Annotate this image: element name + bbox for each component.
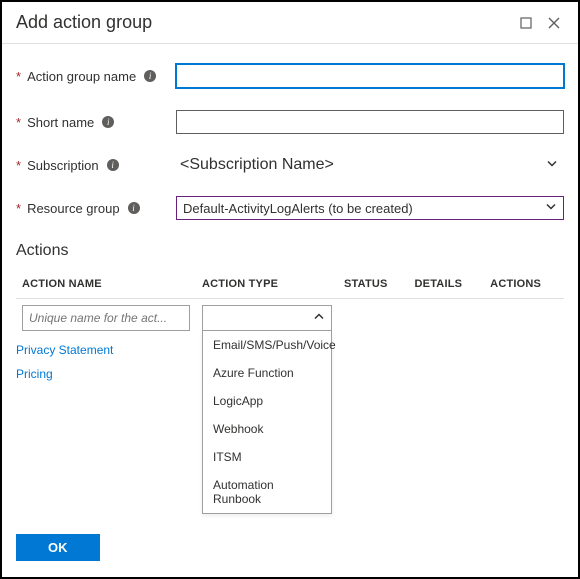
option-azure-function[interactable]: Azure Function [203,359,331,387]
option-itsm[interactable]: ITSM [203,443,331,471]
label-resource-group: * Resource group i [16,201,176,216]
field-short-name: * Short name i [16,110,564,134]
col-actions: ACTIONS [484,270,564,299]
select-value: <Subscription Name> [176,156,564,174]
info-icon[interactable]: i [128,202,140,214]
maximize-button[interactable] [516,13,536,33]
option-email-sms-push-voice[interactable]: Email/SMS/Push/Voice [203,331,331,359]
input-action-group-name[interactable] [176,64,564,88]
col-details: DETAILS [409,270,485,299]
chevron-down-icon [545,201,557,216]
table-row: Email/SMS/Push/Voice Azure Function Logi… [16,299,564,338]
maximize-icon [520,17,532,29]
field-subscription: * Subscription i <Subscription Name> [16,156,564,174]
required-marker: * [16,69,21,84]
option-automation-runbook[interactable]: Automation Runbook [203,471,331,513]
select-value: Default-ActivityLogAlerts (to be created… [183,201,413,216]
field-action-group-name: * Action group name i [16,64,564,88]
dialog-footer: OK [2,522,578,577]
dialog-content: * Action group name i * Short name i * S… [2,44,578,522]
label-text: Resource group [27,201,120,216]
info-icon[interactable]: i [107,159,119,171]
select-resource-group[interactable]: Default-ActivityLogAlerts (to be created… [176,196,564,220]
info-icon[interactable]: i [144,70,156,82]
titlebar: Add action group [2,2,578,44]
label-text: Subscription [27,158,99,173]
label-subscription: * Subscription i [16,158,176,173]
option-logicapp[interactable]: LogicApp [203,387,331,415]
ok-button[interactable]: OK [16,534,100,561]
required-marker: * [16,201,21,216]
col-action-type: ACTION TYPE [196,270,338,299]
actions-heading: Actions [16,242,564,260]
label-action-group-name: * Action group name i [16,69,176,84]
info-icon[interactable]: i [102,116,114,128]
close-icon [548,17,560,29]
dialog-add-action-group: Add action group * Action group name i *… [0,0,580,579]
input-short-name[interactable] [176,110,564,134]
chevron-up-icon [313,311,325,326]
input-action-name[interactable] [22,305,190,331]
required-marker: * [16,115,21,130]
label-text: Short name [27,115,94,130]
actions-table: ACTION NAME ACTION TYPE STATUS DETAILS A… [16,270,564,337]
select-subscription[interactable]: <Subscription Name> [176,156,564,174]
action-type-dropdown: Email/SMS/Push/Voice Azure Function Logi… [202,331,332,514]
dialog-title: Add action group [16,12,508,33]
select-action-type[interactable] [202,305,332,331]
col-status: STATUS [338,270,409,299]
close-button[interactable] [544,13,564,33]
field-resource-group: * Resource group i Default-ActivityLogAl… [16,196,564,220]
required-marker: * [16,158,21,173]
label-text: Action group name [27,69,136,84]
label-short-name: * Short name i [16,115,176,130]
option-webhook[interactable]: Webhook [203,415,331,443]
col-action-name: ACTION NAME [16,270,196,299]
